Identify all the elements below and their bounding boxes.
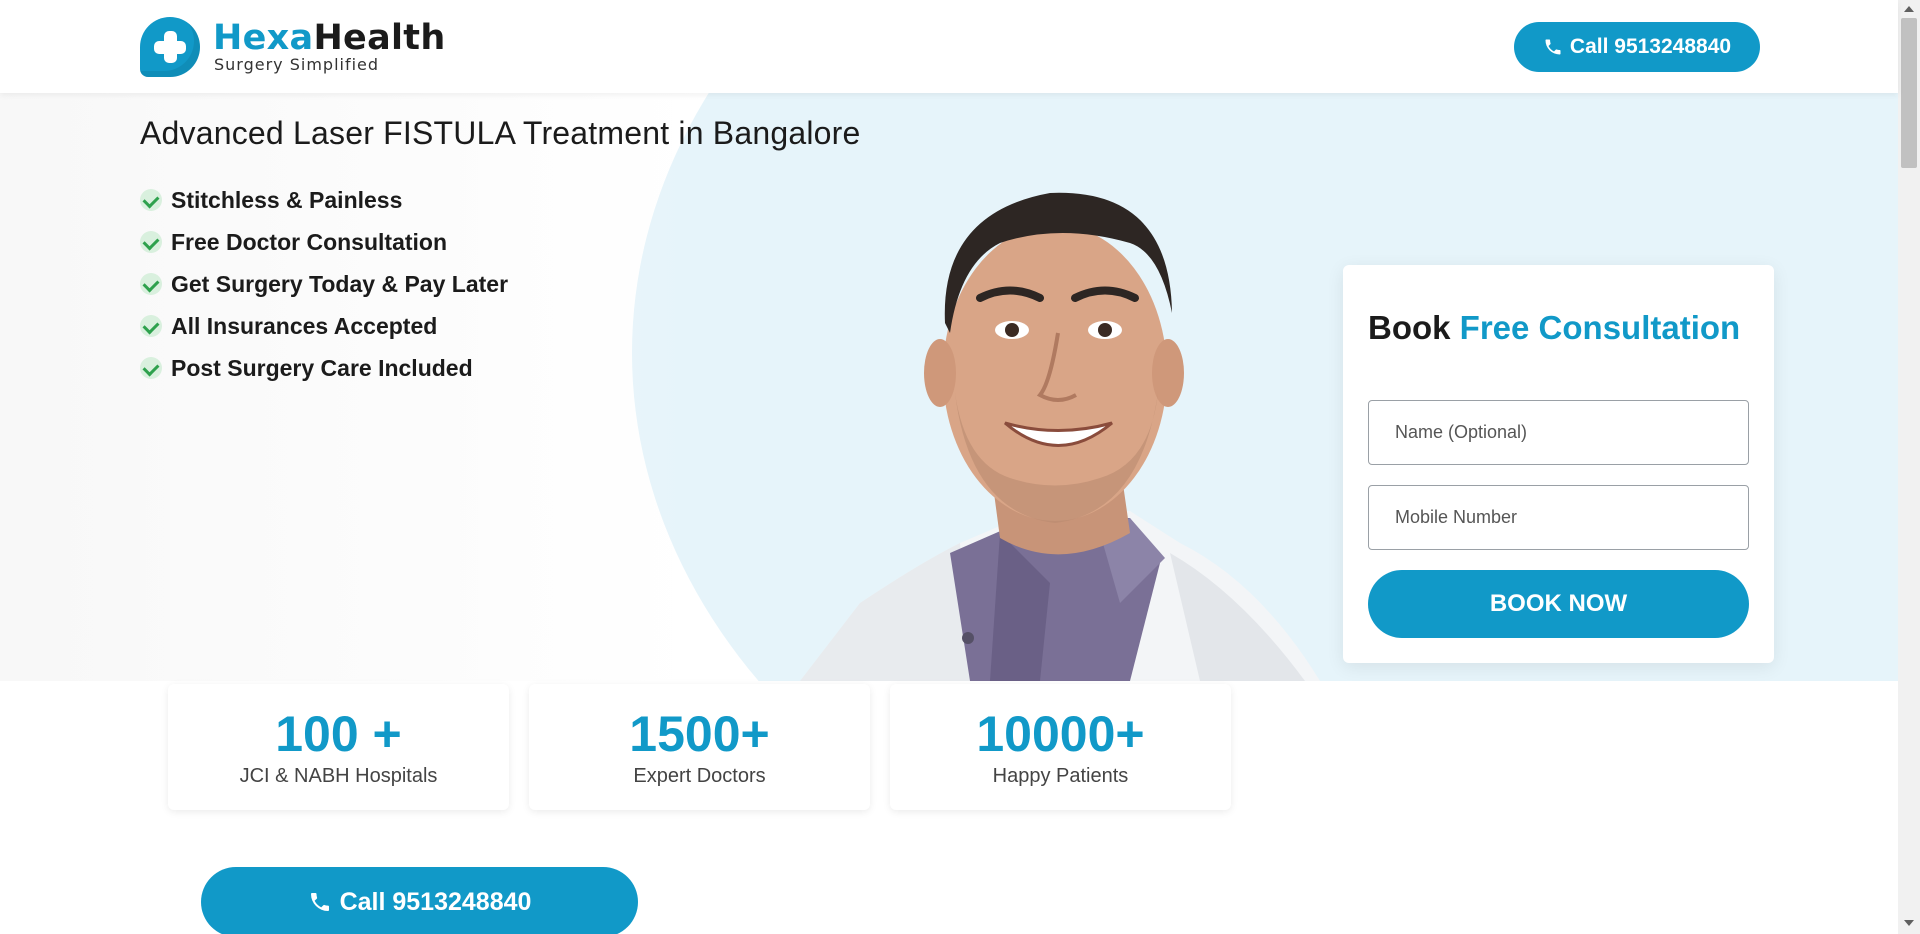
feature-label: Stitchless & Painless (171, 186, 403, 213)
header-call-label: Call 9513248840 (1569, 35, 1732, 58)
booking-title-part1: Book (1368, 309, 1451, 346)
footer-call-button[interactable]: Call 9513248840 (201, 867, 638, 934)
feature-label: Post Surgery Care Included (171, 354, 473, 381)
mobile-number-input[interactable] (1368, 485, 1749, 550)
check-icon (140, 231, 162, 253)
brand-name: HexaHealth (213, 20, 446, 56)
header-call-button[interactable]: Call 9513248840 (1514, 22, 1760, 72)
stat-value: 1500+ (629, 705, 770, 762)
stat-value: 100 + (275, 705, 402, 762)
site-header: HexaHealth Surgery Simplified Call 95132… (0, 0, 1898, 93)
brand-logo[interactable]: HexaHealth Surgery Simplified (140, 17, 446, 77)
page-title: Advanced Laser FISTULA Treatment in Bang… (140, 115, 861, 151)
check-icon (140, 315, 162, 337)
feature-item: Free Doctor Consultation (140, 221, 508, 263)
scroll-down-arrow-icon[interactable] (1904, 920, 1914, 926)
check-icon (140, 189, 162, 211)
brand-name-part1: Hexa (213, 18, 314, 58)
stat-label: Expert Doctors (633, 764, 766, 787)
feature-label: All Insurances Accepted (171, 312, 438, 339)
brand-text: HexaHealth Surgery Simplified (213, 20, 446, 74)
footer-call-label: Call 9513248840 (339, 887, 532, 916)
name-input[interactable] (1368, 400, 1749, 465)
stat-card: 1500+ Expert Doctors (529, 684, 870, 810)
check-icon (140, 357, 162, 379)
booking-title: Book Free Consultation (1368, 309, 1740, 347)
phone-icon (310, 893, 329, 911)
stat-card: 100 + JCI & NABH Hospitals (168, 684, 509, 810)
phone-icon (1545, 39, 1561, 55)
scroll-up-arrow-icon[interactable] (1904, 6, 1914, 12)
feature-item: Get Surgery Today & Pay Later (140, 263, 508, 305)
stat-value: 10000+ (976, 705, 1145, 762)
medical-cross-icon (140, 17, 200, 77)
feature-label: Get Surgery Today & Pay Later (171, 270, 509, 297)
feature-item: All Insurances Accepted (140, 305, 508, 347)
feature-list: Stitchless & Painless Free Doctor Consul… (140, 179, 508, 389)
scrollbar-thumb[interactable] (1901, 18, 1917, 168)
stat-label: Happy Patients (992, 764, 1129, 787)
booking-form: Book Free Consultation BOOK NOW (1343, 265, 1774, 663)
feature-label: Free Doctor Consultation (171, 228, 448, 255)
stat-card: 10000+ Happy Patients (890, 684, 1231, 810)
check-icon (140, 273, 162, 295)
vertical-scrollbar[interactable] (1898, 0, 1920, 934)
stats-row: 100 + JCI & NABH Hospitals 1500+ Expert … (168, 684, 1231, 810)
stat-label: JCI & NABH Hospitals (239, 764, 438, 787)
booking-title-part2: Free Consultation (1459, 309, 1741, 346)
doctor-image (800, 192, 1320, 681)
book-now-button[interactable]: BOOK NOW (1368, 570, 1749, 638)
brand-name-part2: Health (313, 18, 446, 58)
feature-item: Stitchless & Painless (140, 179, 508, 221)
feature-item: Post Surgery Care Included (140, 347, 508, 389)
hero-section: Advanced Laser FISTULA Treatment in Bang… (0, 93, 1898, 681)
